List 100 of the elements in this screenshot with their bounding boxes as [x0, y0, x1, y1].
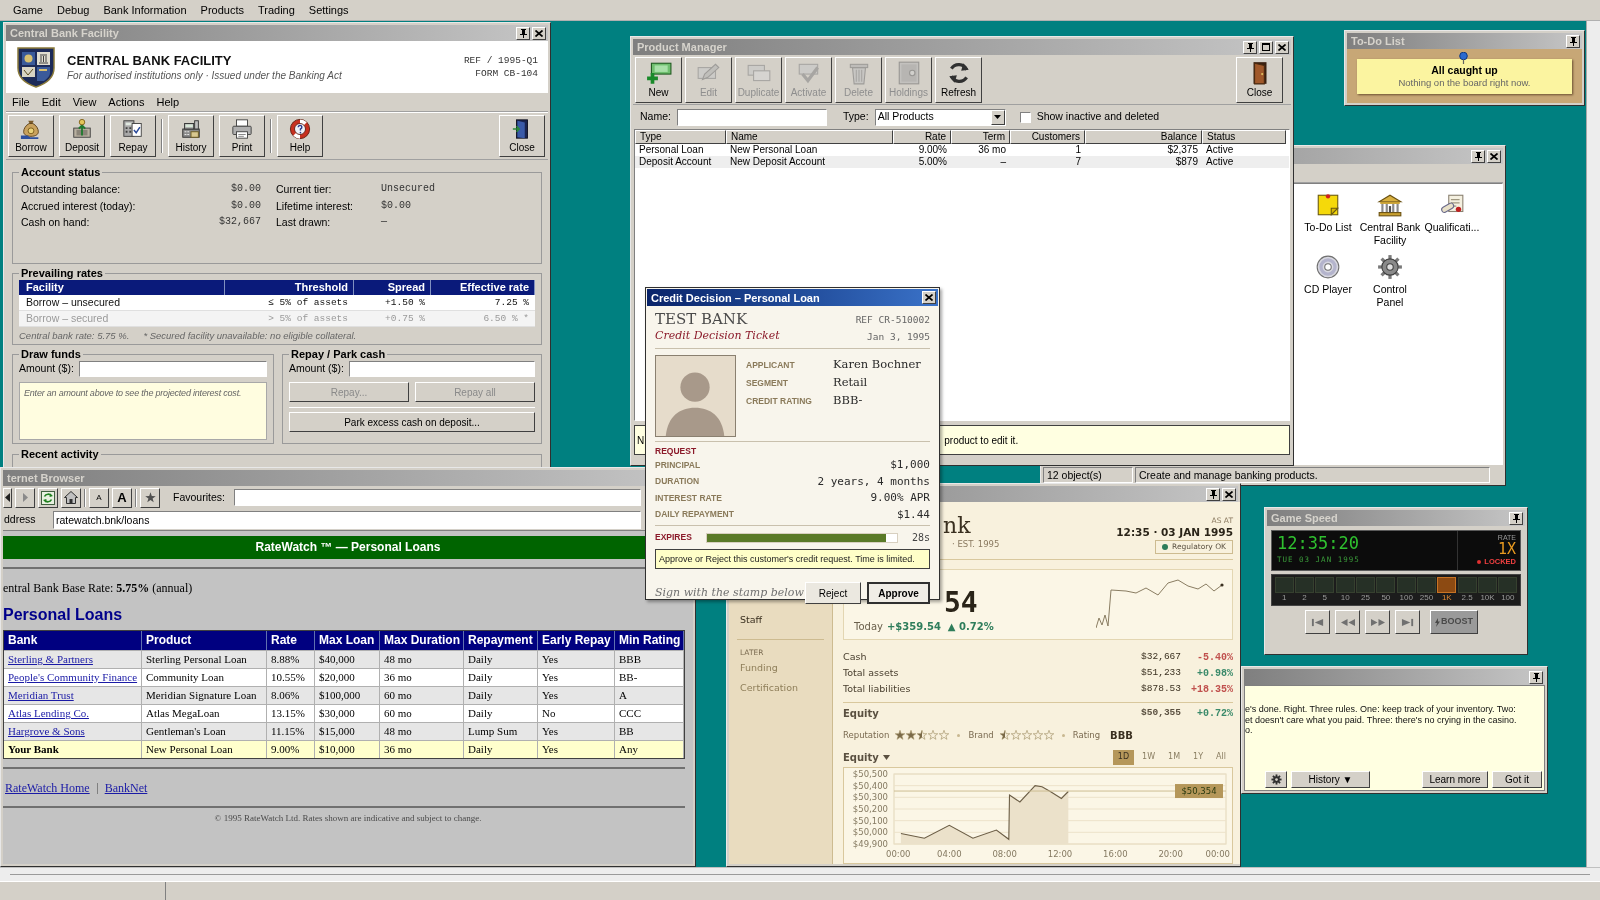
column-header[interactable]: Name: [726, 130, 893, 144]
table-cell[interactable]: 1: [1010, 144, 1085, 156]
range-tab[interactable]: 1W: [1137, 749, 1161, 765]
fast-forward-button[interactable]: [1365, 610, 1390, 634]
vertical-scrollbar[interactable]: [1586, 21, 1600, 867]
desktop-icon-label[interactable]: Qualificati...: [1421, 221, 1483, 234]
menu-item[interactable]: Products: [193, 2, 251, 18]
toolbar-button[interactable]: Refresh: [935, 56, 982, 103]
table-cell[interactable]: $2,375: [1085, 144, 1202, 156]
bank-link[interactable]: Meridian Trust: [8, 689, 74, 701]
range-tab[interactable]: 1Y: [1188, 749, 1209, 765]
menu-item[interactable]: Actions: [102, 95, 151, 109]
forward-button[interactable]: [15, 487, 35, 508]
skip-forward-button[interactable]: [1395, 610, 1420, 634]
pin-button[interactable]: [1566, 34, 1580, 48]
toolbar-button[interactable]: Help: [277, 115, 323, 157]
font-size-button[interactable]: A: [89, 487, 109, 508]
table-cell[interactable]: Personal Loan: [635, 144, 726, 156]
table-cell[interactable]: 5.00%: [893, 156, 951, 168]
dropdown-button[interactable]: [990, 109, 1005, 125]
menu-item[interactable]: Trading: [250, 2, 302, 18]
toolbar-button[interactable]: Repay: [110, 115, 156, 157]
range-tab[interactable]: 1D: [1112, 749, 1135, 765]
page-link[interactable]: RateWatch Home: [5, 781, 90, 795]
amount-field[interactable]: [348, 361, 535, 377]
decision-button[interactable]: Approve: [867, 582, 930, 604]
range-tab[interactable]: 1M: [1163, 749, 1186, 765]
desktop-icon-label[interactable]: Central Bank Facility: [1359, 221, 1421, 246]
font-size-button[interactable]: A: [112, 487, 132, 508]
sidebar-item[interactable]: Staff: [737, 610, 763, 630]
favourite-button[interactable]: [140, 487, 160, 508]
close-button[interactable]: [1222, 487, 1236, 501]
bank-link[interactable]: Atlas Lending Co.: [8, 707, 89, 719]
maximize-button[interactable]: [1259, 40, 1273, 54]
menu-item[interactable]: Bank Information: [96, 2, 194, 18]
pin-button[interactable]: [1529, 670, 1543, 684]
menu-item[interactable]: Edit: [35, 95, 67, 109]
close-button[interactable]: [1487, 149, 1501, 163]
toolbar-button[interactable]: Deposit: [59, 115, 105, 157]
table-cell[interactable]: Active: [1202, 156, 1286, 168]
name-field[interactable]: [676, 108, 827, 126]
pin-button[interactable]: [1509, 511, 1523, 525]
close-button[interactable]: Close: [499, 115, 545, 157]
skip-back-button[interactable]: [1305, 610, 1330, 634]
table-cell[interactable]: 36 mo: [951, 144, 1010, 156]
menu-item[interactable]: Game: [6, 2, 50, 18]
pin-button[interactable]: [516, 26, 530, 40]
type-dropdown[interactable]: All Products: [874, 108, 1006, 126]
column-header[interactable]: Rate: [893, 130, 951, 144]
settings-button[interactable]: [1265, 771, 1287, 788]
tip-button[interactable]: Got it: [1492, 771, 1542, 788]
menu-item[interactable]: Settings: [301, 2, 356, 18]
horizontal-scrollbar[interactable]: [0, 867, 1600, 881]
bank-link[interactable]: Sterling & Partners: [8, 653, 93, 665]
pin-button[interactable]: [1243, 40, 1257, 54]
speed-option[interactable]: [1437, 577, 1457, 593]
page-link[interactable]: BankNet: [104, 781, 148, 795]
menu-item[interactable]: Help: [150, 95, 186, 109]
chart-metric-dropdown[interactable]: Equity: [843, 749, 890, 765]
checkbox[interactable]: [1019, 111, 1031, 123]
table-cell[interactable]: 9.00%: [893, 144, 951, 156]
desktop-icon-label[interactable]: Control Panel: [1359, 283, 1421, 308]
menu-item[interactable]: View: [66, 95, 103, 109]
table-cell[interactable]: Deposit Account: [635, 156, 726, 168]
bank-link[interactable]: Hargrove & Sons: [8, 725, 85, 737]
close-button[interactable]: Close: [1236, 56, 1283, 103]
home-button[interactable]: [61, 487, 81, 508]
pin-button[interactable]: [1206, 487, 1220, 501]
table-cell[interactable]: 7: [1010, 156, 1085, 168]
table-cell[interactable]: $879: [1085, 156, 1202, 168]
desktop-icon-label[interactable]: CD Player: [1297, 283, 1359, 296]
park-cash-button[interactable]: Park excess cash on deposit...: [289, 412, 535, 432]
pin-button[interactable]: [1471, 149, 1485, 163]
close-button[interactable]: [532, 26, 546, 40]
column-header[interactable]: Customers: [1010, 130, 1085, 144]
toolbar-button[interactable]: Borrow: [8, 115, 54, 157]
column-header[interactable]: Balance: [1085, 130, 1202, 144]
column-header[interactable]: Status: [1202, 130, 1286, 144]
back-button[interactable]: [3, 487, 12, 508]
desktop-icon-label[interactable]: To-Do List: [1297, 221, 1359, 234]
amount-field[interactable]: [78, 361, 267, 377]
rewind-button[interactable]: [1335, 610, 1360, 634]
table-cell[interactable]: Active: [1202, 144, 1286, 156]
column-header[interactable]: Type: [635, 130, 726, 144]
toolbar-button[interactable]: Print: [219, 115, 265, 157]
tip-button[interactable]: History ▼: [1291, 771, 1370, 788]
close-button[interactable]: [922, 291, 936, 304]
toolbar-button[interactable]: History: [168, 115, 214, 157]
toolbar-button[interactable]: New: [635, 56, 682, 103]
favourites-field[interactable]: [233, 489, 641, 506]
decision-button[interactable]: Reject: [805, 582, 861, 604]
table-cell[interactable]: –: [951, 156, 1010, 168]
table-cell[interactable]: New Personal Loan: [726, 144, 893, 156]
range-tab[interactable]: All: [1211, 749, 1231, 765]
bank-link[interactable]: People's Community Finance: [8, 671, 138, 683]
checkbox-label[interactable]: Show inactive and deleted: [1036, 109, 1160, 125]
tip-button[interactable]: Learn more: [1422, 771, 1488, 788]
refresh-button[interactable]: [38, 487, 58, 508]
address-field[interactable]: ratewatch.bnk/loans: [53, 510, 641, 529]
menu-item[interactable]: File: [6, 95, 36, 109]
